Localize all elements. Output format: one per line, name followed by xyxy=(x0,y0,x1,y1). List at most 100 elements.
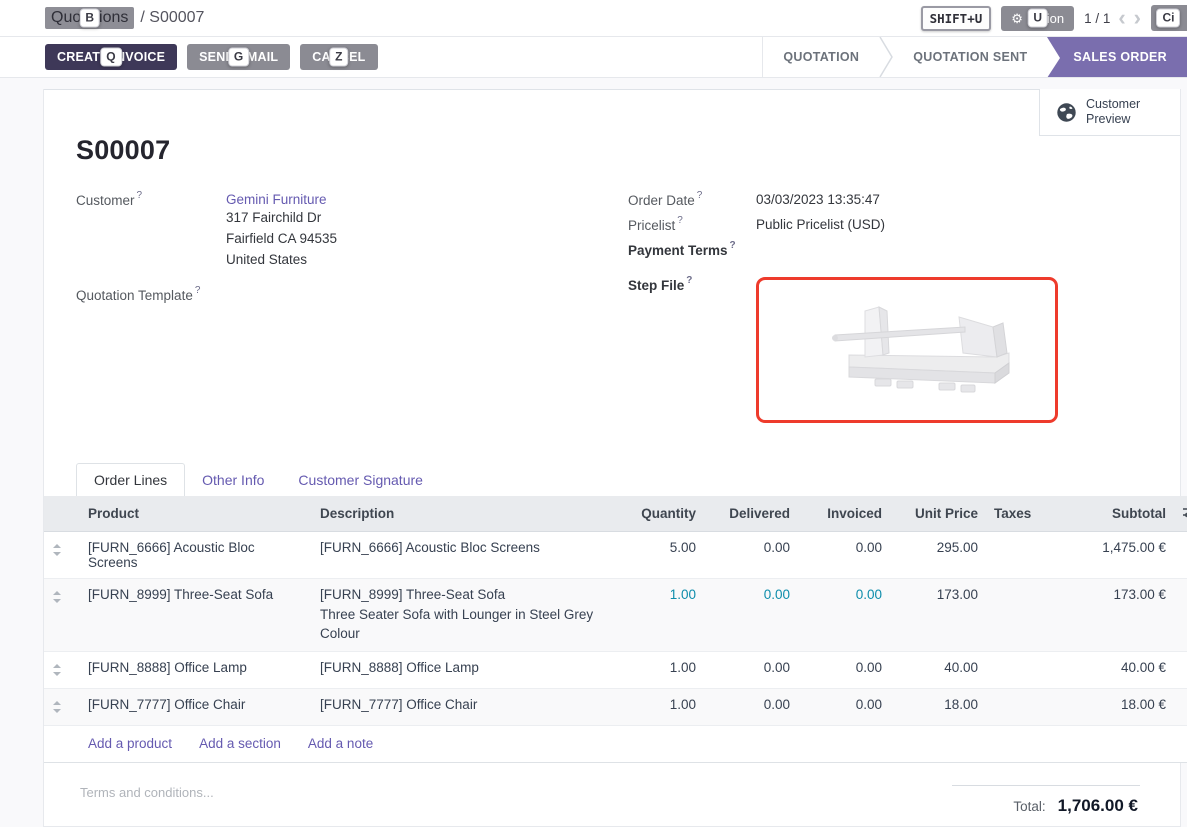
delivered-column-header[interactable]: Delivered xyxy=(704,496,798,532)
tab-order-lines[interactable]: Order Lines xyxy=(76,463,185,496)
taxes-cell[interactable] xyxy=(986,532,1052,579)
pager-value: 1 / 1 xyxy=(1084,11,1110,26)
description-column-header[interactable]: Description xyxy=(312,496,612,532)
description-cell[interactable]: [FURN_8999] Three-Seat Sofa Three Seater… xyxy=(312,579,612,652)
keyhint-action: U xyxy=(1027,9,1048,28)
status-step-sales-order[interactable]: SALES ORDER xyxy=(1047,37,1187,78)
order-lines-table: Product Description Quantity Delivered I… xyxy=(44,496,1187,763)
description-cell[interactable]: [FURN_8888] Office Lamp xyxy=(312,652,612,689)
statusbar-chevron-icon xyxy=(879,37,893,77)
optional-columns-header[interactable] xyxy=(1174,496,1187,532)
product-cell[interactable]: [FURN_6666] Acoustic Bloc Screens xyxy=(80,532,312,579)
invoiced-column-header[interactable]: Invoiced xyxy=(798,496,890,532)
unit-price-cell[interactable]: 40.00 xyxy=(890,652,986,689)
subtotal-cell: 18.00 € xyxy=(1052,689,1174,726)
help-icon: ? xyxy=(686,275,692,286)
subtotal-cell: 40.00 € xyxy=(1052,652,1174,689)
invoiced-cell[interactable]: 0.00 xyxy=(798,689,890,726)
unit-price-column-header[interactable]: Unit Price xyxy=(890,496,986,532)
description-cell[interactable]: [FURN_6666] Acoustic Bloc Screens xyxy=(312,532,612,579)
unit-price-cell[interactable]: 295.00 xyxy=(890,532,986,579)
drag-handle-icon[interactable] xyxy=(44,689,80,726)
customer-address-line3: United States xyxy=(226,249,337,270)
pricelist-field-row: Pricelist? Public Pricelist (USD) xyxy=(628,217,1148,233)
delivered-cell[interactable]: 0.00 xyxy=(704,652,798,689)
product-cell[interactable]: [FURN_7777] Office Chair xyxy=(80,689,312,726)
product-column-header[interactable]: Product xyxy=(80,496,312,532)
status-step-quotation-sent[interactable]: QUOTATION SENT xyxy=(893,37,1047,78)
invoiced-cell[interactable]: 0.00 xyxy=(798,532,890,579)
order-date-value[interactable]: 03/03/2023 13:35:47 xyxy=(756,192,880,208)
pricelist-value[interactable]: Public Pricelist (USD) xyxy=(756,217,885,233)
invoiced-cell[interactable]: 0.00 xyxy=(798,652,890,689)
subtotal-cell: 173.00 € xyxy=(1052,579,1174,652)
customer-preview-button[interactable]: Customer Preview xyxy=(1039,89,1180,136)
taxes-cell[interactable] xyxy=(986,652,1052,689)
customer-label: Customer? xyxy=(76,192,226,270)
taxes-cell[interactable] xyxy=(986,689,1052,726)
sheet-top-border xyxy=(44,89,1039,90)
quantity-column-header[interactable]: Quantity xyxy=(612,496,704,532)
unit-price-cell[interactable]: 18.00 xyxy=(890,689,986,726)
sheet-footer: Terms and conditions... Total: 1,706.00 … xyxy=(44,763,1180,816)
help-icon: ? xyxy=(677,215,683,226)
row-actions-cell xyxy=(1174,532,1187,579)
delivered-cell[interactable]: 0.00 xyxy=(704,579,798,652)
product-cell[interactable]: [FURN_8999] Three-Seat Sofa xyxy=(80,579,312,652)
description-cell[interactable]: [FURN_7777] Office Chair xyxy=(312,689,612,726)
send-email-button[interactable]: SEND EMAIL G xyxy=(187,44,290,70)
table-row[interactable]: [FURN_8888] Office Lamp [FURN_8888] Offi… xyxy=(44,652,1187,689)
keyhint-create-invoice: Q xyxy=(100,48,122,67)
pager-next-icon[interactable]: › xyxy=(1134,11,1141,25)
record-title: S00007 xyxy=(76,135,1148,166)
taxes-cell[interactable] xyxy=(986,579,1052,652)
quantity-cell[interactable]: 5.00 xyxy=(612,532,704,579)
drag-handle-icon[interactable] xyxy=(44,532,80,579)
table-row[interactable]: [FURN_8999] Three-Seat Sofa [FURN_8999] … xyxy=(44,579,1187,652)
drag-handle-icon[interactable] xyxy=(44,579,80,652)
delivered-cell[interactable]: 0.00 xyxy=(704,689,798,726)
drag-handle-icon[interactable] xyxy=(44,652,80,689)
subtotal-column-header[interactable]: Subtotal xyxy=(1052,496,1174,532)
status-step-quotation[interactable]: QUOTATION xyxy=(763,37,879,78)
corner-button[interactable]: Ci xyxy=(1151,5,1187,31)
total-value: 1,706.00 € xyxy=(1058,796,1138,816)
taxes-column-header[interactable]: Taxes xyxy=(986,496,1052,532)
delivered-cell[interactable]: 0.00 xyxy=(704,532,798,579)
add-section-link[interactable]: Add a section xyxy=(199,736,281,751)
product-cell[interactable]: [FURN_8888] Office Lamp xyxy=(80,652,312,689)
tab-customer-signature[interactable]: Customer Signature xyxy=(281,464,440,496)
tab-other-info[interactable]: Other Info xyxy=(185,464,281,496)
unit-price-cell[interactable]: 173.00 xyxy=(890,579,986,652)
quantity-cell[interactable]: 1.00 xyxy=(612,652,704,689)
payment-terms-label: Payment Terms? xyxy=(628,242,756,264)
record-sheet: Customer Preview S00007 Customer? Gemini… xyxy=(43,89,1181,827)
quantity-cell[interactable]: 1.00 xyxy=(612,689,704,726)
breadcrumb-record: / S00007 xyxy=(140,9,204,27)
terms-and-conditions-input[interactable]: Terms and conditions... xyxy=(80,785,214,816)
customer-link[interactable]: Gemini Furniture xyxy=(226,192,337,207)
breadcrumb-quotations[interactable]: Quotations B xyxy=(45,7,134,29)
cancel-button[interactable]: CANCEL Z xyxy=(300,44,377,70)
quotation-template-label: Quotation Template? xyxy=(76,287,226,303)
add-product-link[interactable]: Add a product xyxy=(88,736,172,751)
invoiced-cell[interactable]: 0.00 xyxy=(798,579,890,652)
customer-field-row: Customer? Gemini Furniture 317 Fairchild… xyxy=(76,192,628,270)
help-icon: ? xyxy=(730,240,736,251)
keyhint-breadcrumb: B xyxy=(79,9,100,28)
table-row[interactable]: [FURN_6666] Acoustic Bloc Screens [FURN_… xyxy=(44,532,1187,579)
table-row[interactable]: [FURN_7777] Office Chair [FURN_7777] Off… xyxy=(44,689,1187,726)
quantity-cell[interactable]: 1.00 xyxy=(612,579,704,652)
step-file-image[interactable] xyxy=(756,277,1058,423)
pricelist-label: Pricelist? xyxy=(628,217,756,233)
optional-columns-icon[interactable] xyxy=(1182,505,1187,519)
add-note-link[interactable]: Add a note xyxy=(308,736,373,751)
step-file-3d-part xyxy=(787,295,1027,405)
gear-icon: ⚙ xyxy=(1011,12,1023,25)
form-header-bar: CREATE INVOICE Q SEND EMAIL G CANCEL Z Q… xyxy=(0,37,1187,78)
table-header-row: Product Description Quantity Delivered I… xyxy=(44,496,1187,532)
create-invoice-button[interactable]: CREATE INVOICE Q xyxy=(45,44,177,70)
order-date-label: Order Date? xyxy=(628,192,756,208)
pager-prev-icon[interactable]: ‹ xyxy=(1118,11,1125,25)
action-menu-button[interactable]: ⚙ Action U xyxy=(1001,6,1074,31)
